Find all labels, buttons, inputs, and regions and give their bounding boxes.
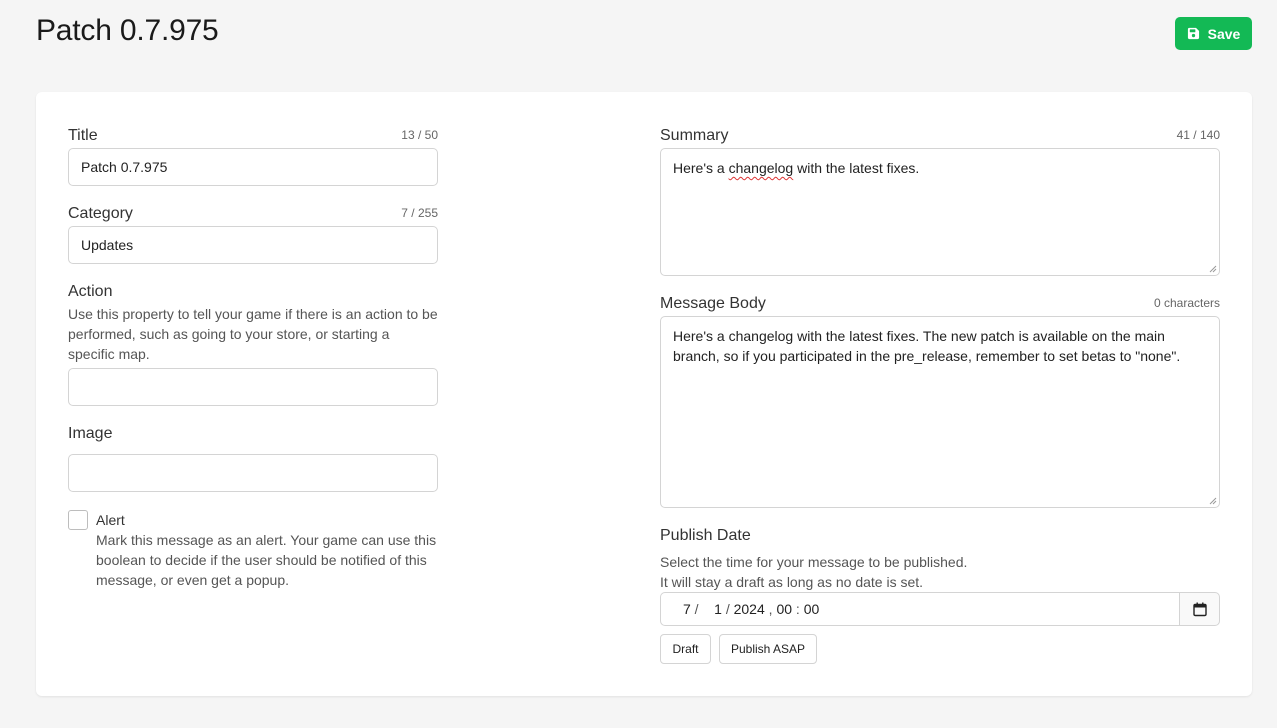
image-input[interactable] [68,454,438,492]
image-label: Image [68,425,113,442]
summary-misspelled-word: changelog [728,160,794,176]
alert-help: Mark this message as an alert. Your game… [96,532,437,588]
action-input[interactable] [68,368,438,406]
floppy-disk-icon [1187,27,1199,40]
action-help: Use this property to tell your game if t… [68,306,438,362]
summary-label: Summary [660,127,729,144]
summary-text-start: Here's a [673,160,729,176]
save-button[interactable]: Save [1175,17,1252,50]
message-body-text: Here's a changelog with the latest fixes… [673,328,1181,364]
title-label: Title [68,127,98,144]
category-label: Category [68,205,133,222]
title-counter: 13 / 50 [401,128,438,142]
date-year[interactable]: 2024 [734,601,765,617]
date-minute[interactable]: 00 [804,601,820,617]
alert-checkbox[interactable] [68,510,88,530]
publish-date-label: Publish Date [660,527,751,544]
publish-date-help-2: It will stay a draft as long as no date … [660,574,924,590]
summary-text-end: with the latest fixes. [793,160,920,176]
message-form-card: Title 13 / 50 Patch 0.7.975 Category 7 /… [36,92,1252,696]
draft-button[interactable]: Draft [660,634,711,664]
category-input-value: Updates [81,237,134,253]
summary-textarea[interactable]: Here's a changelog with the latest fixes… [660,148,1220,276]
title-input[interactable]: Patch 0.7.975 [68,148,438,186]
page-title: Patch 0.7.975 [36,14,219,47]
category-input[interactable]: Updates [68,226,438,264]
resize-grip-icon[interactable] [1209,265,1217,273]
calendar-icon [1192,602,1207,616]
title-input-value: Patch 0.7.975 [81,159,168,175]
save-label: Save [1207,25,1241,42]
resize-grip-icon[interactable] [1209,497,1217,505]
message-body-label: Message Body [660,295,766,312]
publish-asap-button[interactable]: Publish ASAP [719,634,817,664]
publish-date-help-1: Select the time for your message to be p… [660,554,968,570]
publish-date-input[interactable]: 7 / 1 / 2024 , 00 : 00 [660,592,1180,626]
summary-counter: 41 / 140 [1176,128,1220,142]
category-counter: 7 / 255 [401,206,438,220]
date-hour[interactable]: 00 [776,601,792,617]
date-day[interactable]: 1 [714,601,722,617]
calendar-button[interactable] [1179,592,1220,626]
message-body-counter: 0 characters [1153,296,1220,310]
action-label: Action [68,283,113,300]
date-month[interactable]: 7 [683,601,691,617]
message-body-textarea[interactable]: Here's a changelog with the latest fixes… [660,316,1220,508]
alert-label: Alert [96,512,125,528]
